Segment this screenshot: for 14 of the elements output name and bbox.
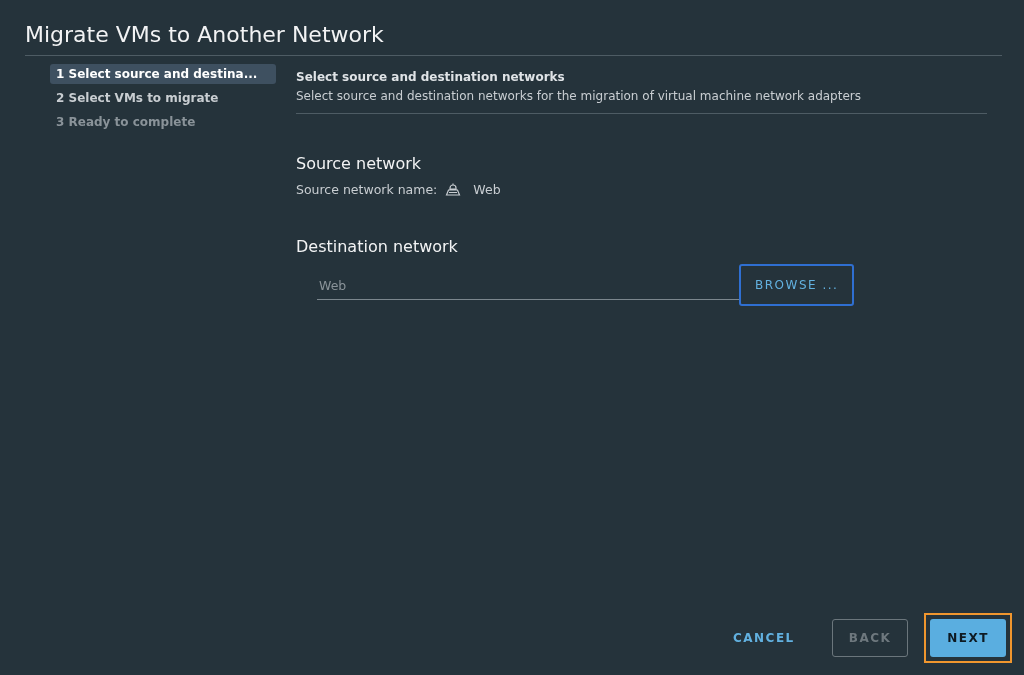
cancel-button[interactable]: CANCEL	[715, 619, 812, 657]
network-icon	[445, 181, 462, 197]
section-heading: Source network	[296, 154, 422, 173]
field-label: Source network name:	[296, 181, 438, 197]
page-title: Select source and destination networks	[296, 70, 566, 84]
wizard-step[interactable]: 2 Select VMs to migrate	[50, 88, 276, 108]
wizard-step[interactable]: 1 Select source and destina...	[50, 64, 276, 84]
network-input[interactable]: Web	[317, 270, 739, 300]
browse-button[interactable]: BROWSE ...	[739, 264, 855, 306]
window-title: Migrate VMs to Another Network	[25, 0, 1002, 56]
next-button[interactable]: NEXT	[930, 619, 1006, 657]
network-name: Web	[473, 181, 501, 197]
page-description: Select source and destination networks for the migration of virtual machine network adapters	[296, 89, 862, 103]
section-heading: Destination network	[296, 237, 459, 256]
